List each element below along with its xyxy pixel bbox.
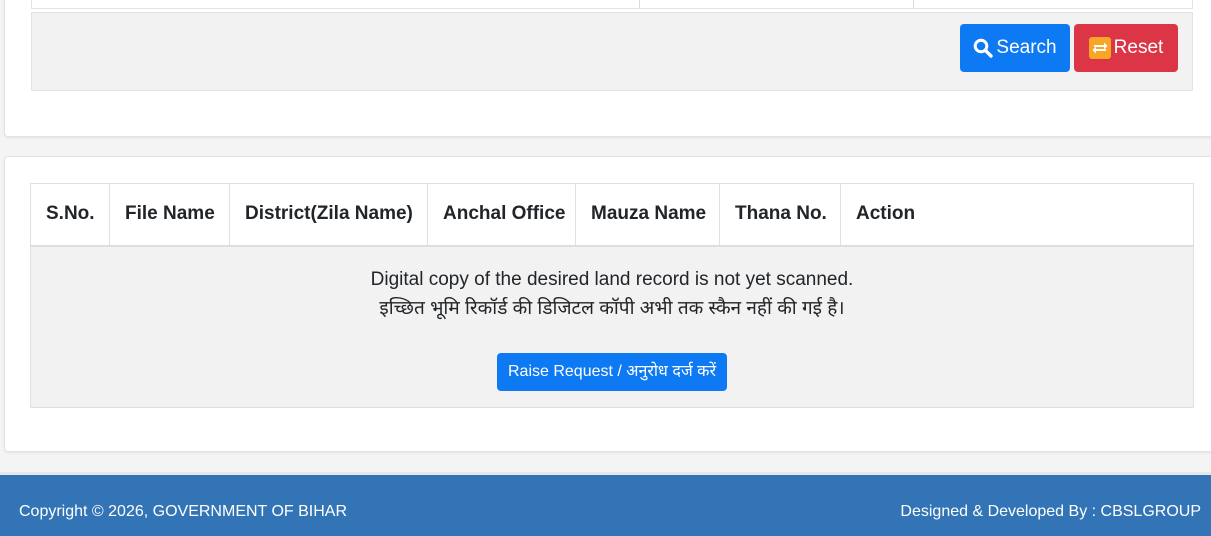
search-card: Search Reset: [4, 0, 1211, 137]
field-divider: [913, 0, 914, 8]
column-header-mauza-name: Mauza Name: [575, 183, 720, 247]
search-actions-bar: Search Reset: [31, 12, 1193, 91]
form-row-stub: [31, 0, 1193, 9]
search-icon: [974, 38, 994, 58]
empty-state-row: Digital copy of the desired land record …: [30, 245, 1194, 408]
reset-button-label: Reset: [1113, 37, 1164, 58]
copyright-text: Copyright © 2026, GOVERNMENT OF BIHAR: [19, 503, 348, 520]
results-card: S.No. File Name District(Zila Name) Anch…: [4, 156, 1211, 452]
refresh-icon: [1088, 37, 1111, 59]
column-header-anchal-office: Anchal Office: [427, 183, 576, 247]
empty-state-cell: Digital copy of the desired land record …: [30, 245, 1194, 408]
footer: Copyright © 2026, GOVERNMENT OF BIHAR De…: [0, 472, 1211, 536]
empty-message-hindi: इच्छित भूमि रिकॉर्ड की डिजिटल कॉपी अभी त…: [379, 297, 845, 319]
column-header-file-name: File Name: [109, 183, 230, 247]
empty-message-english: Digital copy of the desired land record …: [370, 268, 854, 290]
reset-button[interactable]: Reset: [1074, 24, 1178, 72]
search-button[interactable]: Search: [960, 24, 1070, 72]
developer-credits: Designed & Developed By : CBSLGROUP: [900, 503, 1201, 520]
column-header-thana-no: Thana No.: [719, 183, 841, 247]
raise-request-button[interactable]: Raise Request / अनुरोध दर्ज करें: [496, 352, 727, 391]
results-table: S.No. File Name District(Zila Name) Anch…: [30, 183, 1194, 408]
column-header-action: Action: [840, 183, 1194, 247]
table-header-row: S.No. File Name District(Zila Name) Anch…: [30, 183, 1194, 247]
column-header-district: District(Zila Name): [229, 183, 428, 247]
field-divider: [639, 0, 640, 8]
column-header-sno: S.No.: [30, 183, 110, 247]
search-button-label: Search: [996, 37, 1057, 58]
